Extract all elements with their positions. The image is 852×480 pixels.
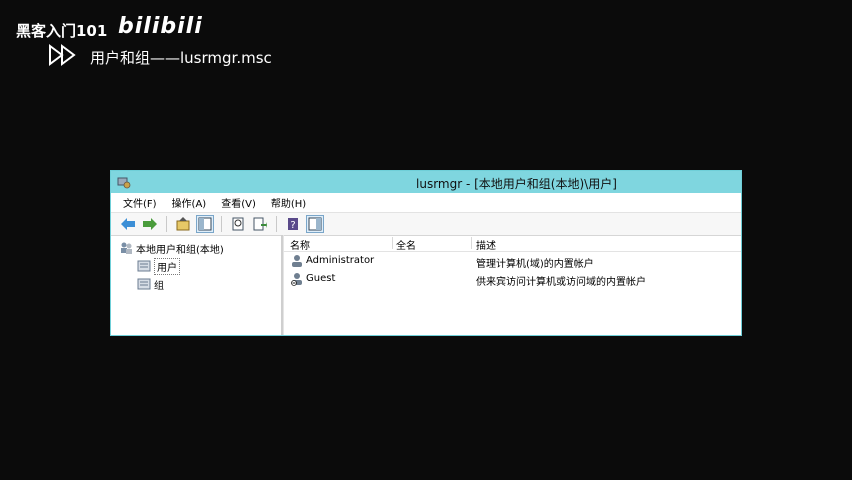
row-name: Administrator <box>306 255 375 266</box>
console-body: 本地用户和组(本地) 用户 组 名称 全名 描述 Administrator 管… <box>111 235 741 335</box>
svg-text:?: ? <box>290 220 295 231</box>
channel-brand-text: 黑客入门101 <box>16 22 108 40</box>
menu-action[interactable]: 操作(A) <box>172 195 207 210</box>
toolbar-separator <box>221 216 222 232</box>
column-divider[interactable] <box>471 237 472 249</box>
folder-icon <box>137 278 151 290</box>
menu-help[interactable]: 帮助(H) <box>271 195 306 210</box>
tree-item-groups[interactable]: 组 <box>111 275 281 293</box>
list-header: 名称 全名 描述 <box>284 235 741 252</box>
table-row[interactable]: Administrator 管理计算机(域)的内置帐户 <box>284 252 741 270</box>
console-tree: 本地用户和组(本地) 用户 组 <box>111 235 283 335</box>
forward-arrow-icon[interactable] <box>141 215 159 233</box>
users-list: 名称 全名 描述 Administrator 管理计算机(域)的内置帐户 Gue… <box>283 235 741 335</box>
row-name: Guest <box>306 273 336 284</box>
bilibili-logo: bilibili <box>118 14 203 39</box>
table-row[interactable]: Guest 供来宾访问计算机或访问域的内置帐户 <box>284 270 741 288</box>
row-description: 管理计算机(域)的内置帐户 <box>476 259 594 270</box>
computer-management-icon[interactable] <box>117 175 131 189</box>
toolbar-separator <box>276 216 277 232</box>
show-hide-action-pane-icon[interactable] <box>306 215 324 233</box>
menu-view[interactable]: 查看(V) <box>221 195 256 210</box>
row-description: 供来宾访问计算机或访问域的内置帐户 <box>476 277 646 288</box>
column-divider[interactable] <box>392 237 393 249</box>
column-fullname[interactable]: 全名 <box>396 237 416 252</box>
tree-users-label: 用户 <box>154 257 180 275</box>
double-play-icon <box>49 44 76 66</box>
folder-icon <box>137 260 151 272</box>
window-title: lusrmgr - [本地用户和组(本地)\用户] <box>416 177 617 191</box>
video-subtitle: 用户和组——lusrmgr.msc <box>90 49 272 67</box>
window-titlebar[interactable]: lusrmgr - [本地用户和组(本地)\用户] <box>111 171 741 193</box>
column-name[interactable]: 名称 <box>290 237 310 252</box>
toolbar-separator <box>166 216 167 232</box>
tree-root-label: 本地用户和组(本地) <box>136 244 224 256</box>
up-folder-icon[interactable] <box>174 215 192 233</box>
menu-file[interactable]: 文件(F) <box>123 195 157 210</box>
export-list-icon[interactable] <box>251 215 269 233</box>
lusrmgr-window: lusrmgr - [本地用户和组(本地)\用户] 文件(F) 操作(A) 查看… <box>110 170 742 336</box>
menu-bar: 文件(F) 操作(A) 查看(V) 帮助(H) <box>111 193 741 213</box>
tree-groups-label: 组 <box>154 280 164 292</box>
help-icon[interactable]: ? <box>284 215 302 233</box>
tree-item-root[interactable]: 本地用户和组(本地) <box>111 239 281 257</box>
user-disabled-icon <box>291 273 302 286</box>
show-hide-tree-icon[interactable] <box>196 215 214 233</box>
toolbar: ? <box>111 213 741 236</box>
properties-icon[interactable] <box>229 215 247 233</box>
tree-item-users[interactable]: 用户 <box>111 257 281 275</box>
back-arrow-icon[interactable] <box>119 215 137 233</box>
user-icon <box>292 255 302 267</box>
column-description[interactable]: 描述 <box>476 237 496 252</box>
users-groups-icon <box>121 242 132 254</box>
